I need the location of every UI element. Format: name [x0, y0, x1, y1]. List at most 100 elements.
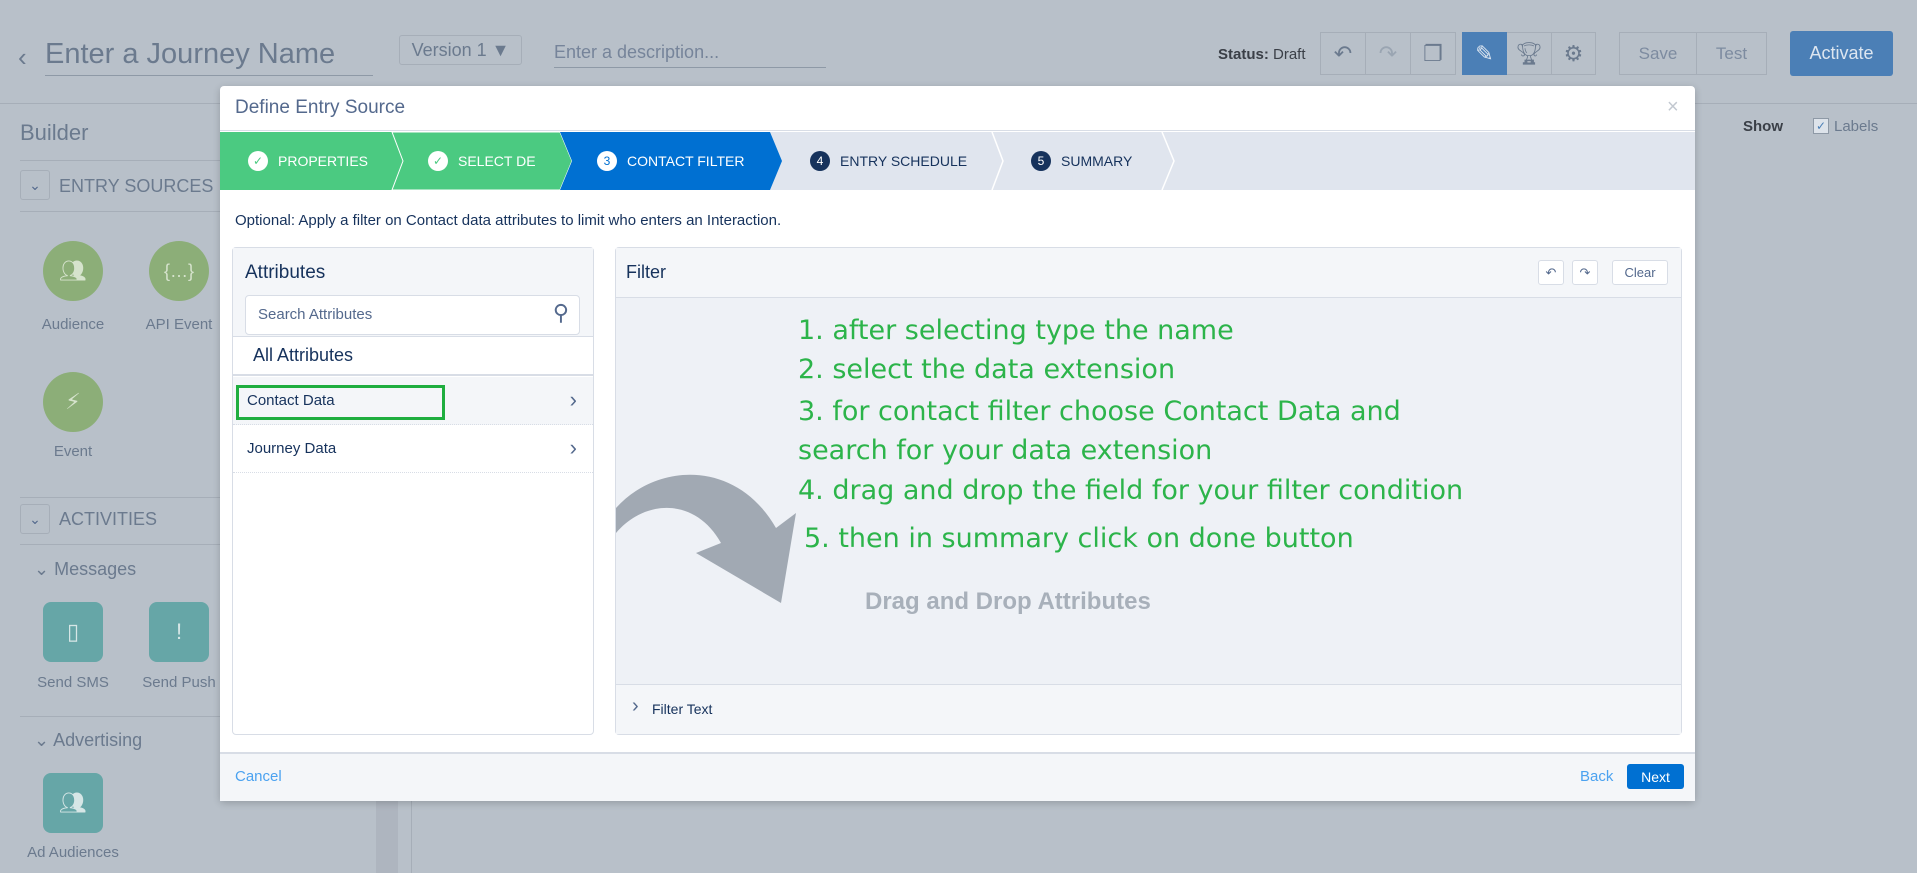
description-input[interactable]: Enter a description... — [554, 42, 826, 68]
journey-name-input[interactable]: Enter a Journey Name — [45, 38, 373, 76]
entry-sources-toggle[interactable]: ⌄ — [20, 170, 50, 200]
entry-sources-heading: ENTRY SOURCES — [59, 176, 214, 196]
status: Status: Draft — [1218, 46, 1306, 63]
audience-label: Audience — [41, 316, 105, 333]
wizard-steps: ✓ PROPERTIES ✓ SELECT DE 3 CONTACT FILTER 4… — [220, 132, 1695, 190]
copy-icon[interactable]: ❐ — [1410, 32, 1456, 75]
step-number: 5 — [1031, 151, 1051, 171]
divider — [20, 716, 220, 717]
check-icon: ✓ — [428, 151, 448, 171]
cancel-button[interactable]: Cancel — [235, 768, 282, 785]
step-contact-filter[interactable]: 3 CONTACT FILTER — [569, 132, 744, 190]
undo-icon[interactable]: ↶ — [1320, 32, 1366, 75]
annotation-line: 3. for contact filter choose Contact Dat… — [798, 396, 1401, 427]
all-attributes-label: All Attributes — [253, 345, 354, 365]
labels-label: Labels — [1834, 118, 1879, 135]
chevron-right-icon: › — [569, 387, 577, 412]
pencil-icon[interactable]: ✎ — [1462, 32, 1507, 75]
divider — [20, 211, 220, 212]
all-attributes[interactable]: All Attributes — [233, 336, 593, 376]
attributes-title: Attributes — [245, 262, 326, 283]
back-button[interactable]: Back — [1580, 768, 1613, 785]
modal-title: Define Entry Source — [235, 97, 406, 118]
check-icon: ✓ — [248, 151, 268, 171]
ad-audience-icon[interactable]: 👥︎ — [43, 773, 103, 833]
annotation-line: 1. after selecting type the name — [798, 315, 1234, 346]
messages-heading[interactable]: ⌄ Messages — [34, 559, 136, 580]
chevron-right-icon: › — [632, 695, 639, 717]
event-label: Event — [53, 443, 93, 460]
drop-hint: Drag and Drop Attributes — [865, 588, 1151, 615]
filter-title: Filter — [626, 262, 666, 282]
modal-footer: Cancel Back Next — [220, 752, 1695, 801]
step-number: 3 — [597, 151, 617, 171]
journey-data-row[interactable]: Journey Data › — [233, 425, 593, 473]
step-select-de[interactable]: ✓ SELECT DE — [400, 132, 536, 190]
step-sep — [991, 132, 1004, 190]
clear-button[interactable]: Clear — [1612, 260, 1668, 285]
filter-text-toggle[interactable]: › Filter Text — [616, 684, 1681, 734]
divider — [20, 544, 220, 545]
annotation-line: 5. then in summary click on done button — [804, 523, 1354, 554]
define-entry-source-modal: Define Entry Source × ✓ PROPERTIES ✓ SELEC… — [220, 86, 1695, 801]
filter-header: Filter ↶ ↷ Clear — [616, 248, 1681, 298]
audience-icon[interactable]: 👥︎ — [43, 241, 103, 301]
back-chevron-icon[interactable]: ‹ — [18, 42, 27, 73]
row-label: Journey Data — [247, 440, 337, 457]
step-label: ENTRY SCHEDULE — [840, 153, 968, 169]
filter-panel: Filter ↶ ↷ Clear 1. after selecting type… — [615, 247, 1682, 735]
filter-text-label: Filter Text — [652, 701, 713, 717]
filter-redo-icon[interactable]: ↷ — [1572, 260, 1598, 285]
filter-undo-icon[interactable]: ↶ — [1538, 260, 1564, 285]
chevron-right-icon: › — [569, 435, 577, 460]
gear-icon[interactable]: ⚙ — [1552, 32, 1596, 75]
search-placeholder: Search Attributes — [258, 306, 373, 323]
api-event-icon[interactable]: {…} — [149, 241, 209, 301]
show-label: Show — [1743, 118, 1783, 135]
step-number: 4 — [810, 151, 830, 171]
divider — [20, 160, 220, 161]
activate-button[interactable]: Activate — [1790, 31, 1893, 76]
divider — [20, 497, 220, 498]
modal-header: Define Entry Source × — [220, 86, 1695, 131]
advertising-label: Advertising — [53, 730, 143, 750]
push-phone-icon[interactable]: ! — [149, 602, 209, 662]
annotation-line: search for your data extension — [798, 435, 1213, 466]
trophy-icon[interactable]: 🏆︎ — [1507, 32, 1552, 75]
messages-label: Messages — [54, 559, 137, 579]
status-label: Status: — [1218, 46, 1269, 63]
step-label: SUMMARY — [1061, 153, 1133, 169]
step-sep — [1161, 132, 1175, 190]
step-properties[interactable]: ✓ PROPERTIES — [220, 132, 368, 190]
advertising-heading[interactable]: ⌄ Advertising — [34, 730, 142, 751]
builder-title: Builder — [20, 120, 89, 145]
step-entry-schedule[interactable]: 4 ENTRY SCHEDULE — [782, 132, 967, 190]
step-label: SELECT DE — [458, 153, 536, 169]
step-summary[interactable]: 5 SUMMARY — [1003, 132, 1132, 190]
search-attributes-input[interactable]: Search Attributes ⚲ — [245, 295, 580, 335]
event-lightning-icon[interactable]: ⚡︎ — [43, 372, 103, 432]
ad-audiences-label: Ad Audiences — [27, 844, 119, 861]
api-event-label: API Event — [145, 316, 213, 333]
sms-phone-icon[interactable]: ▯ — [43, 602, 103, 662]
activities-toggle[interactable]: ⌄ — [20, 504, 50, 534]
labels-checkbox[interactable]: ✓ — [1813, 118, 1829, 134]
status-value: Draft — [1273, 46, 1306, 63]
search-icon[interactable]: ⚲ — [553, 300, 569, 326]
save-button[interactable]: Save — [1619, 32, 1697, 75]
send-push-label: Send Push — [142, 674, 216, 691]
highlight-box — [236, 385, 445, 420]
annotation-line: 2. select the data extension — [798, 354, 1176, 385]
close-icon[interactable]: × — [1667, 96, 1679, 119]
activities-heading: ACTIVITIES — [59, 509, 158, 529]
attributes-panel: Attributes Search Attributes ⚲ All Attri… — [232, 247, 594, 735]
next-button[interactable]: Next — [1627, 764, 1684, 789]
version-dropdown[interactable]: Version 1 ▼ — [399, 35, 522, 65]
step-label: PROPERTIES — [278, 153, 368, 169]
test-button[interactable]: Test — [1696, 32, 1767, 75]
send-sms-label: Send SMS — [37, 674, 109, 691]
step-label: CONTACT FILTER — [627, 153, 745, 169]
redo-icon[interactable]: ↷ — [1365, 32, 1411, 75]
description-text: Optional: Apply a filter on Contact data… — [235, 212, 782, 229]
annotation-line: 4. drag and drop the field for your filt… — [798, 475, 1464, 506]
